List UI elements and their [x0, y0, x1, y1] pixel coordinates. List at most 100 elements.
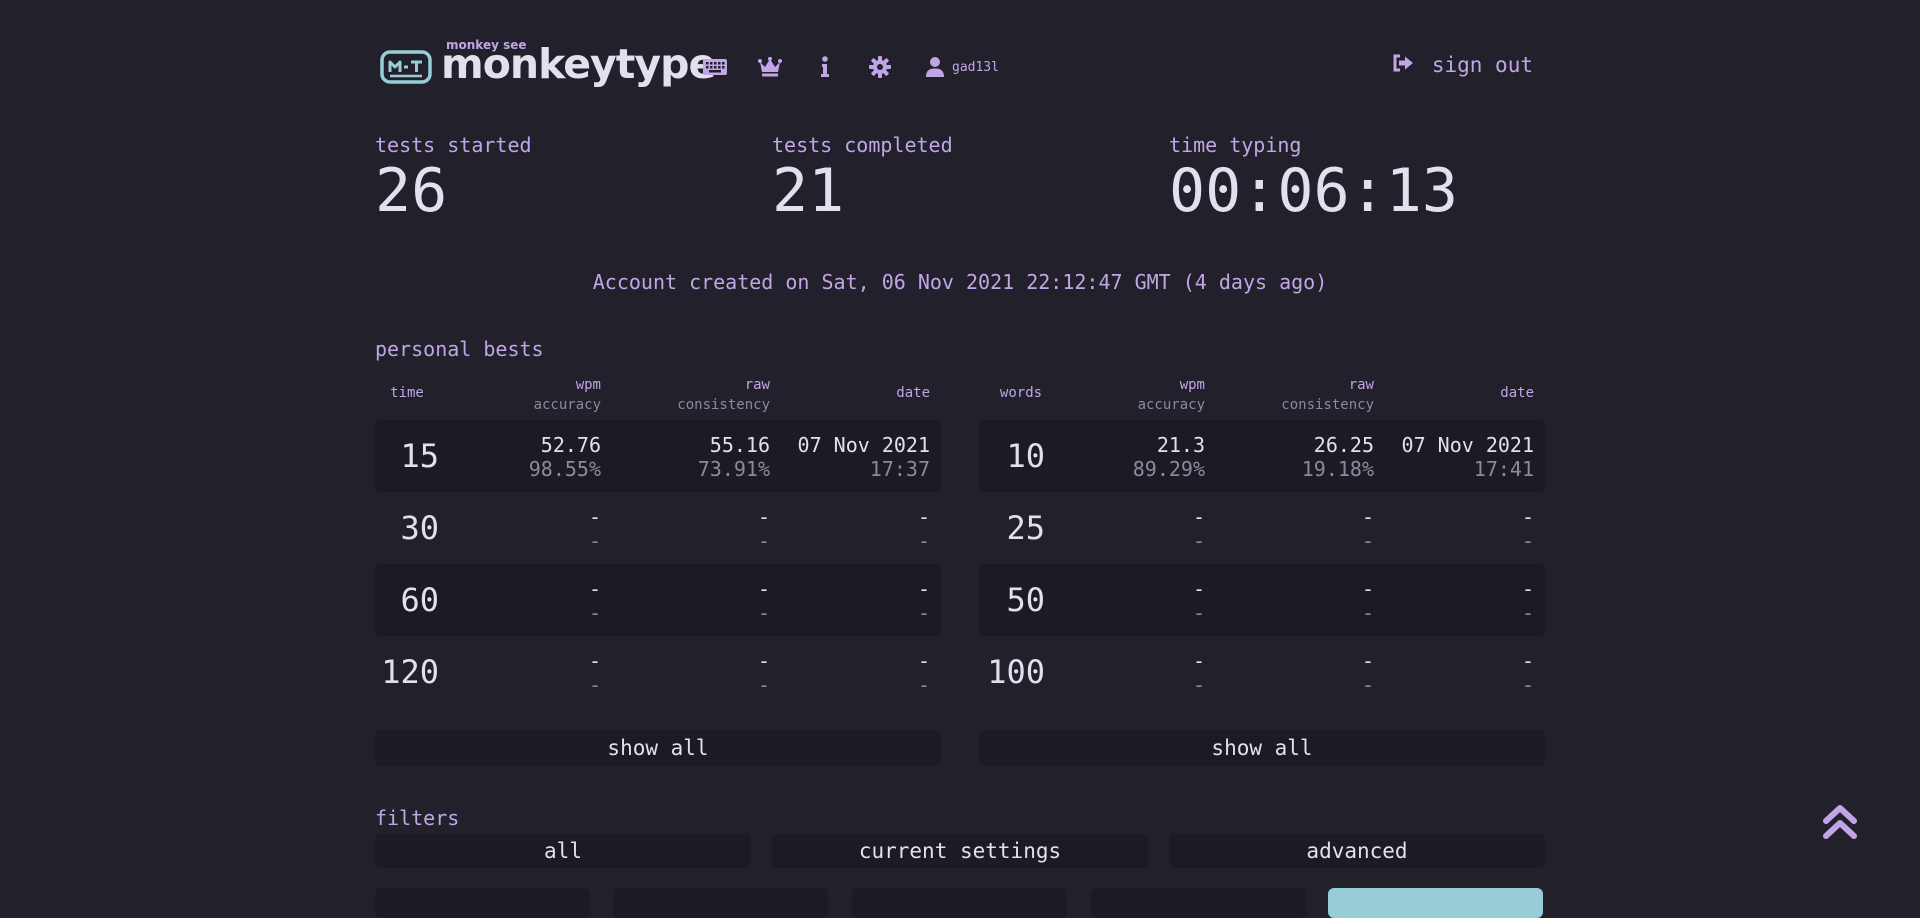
stat-label: tests started: [375, 133, 532, 157]
cell-wpm-accuracy: --: [1079, 505, 1205, 553]
stat-label: tests completed: [772, 133, 953, 157]
cell-date-time: -: [917, 529, 930, 553]
cell-accuracy: -: [1192, 673, 1205, 697]
cell-date-time: -: [917, 673, 930, 697]
header-wpm-accuracy: wpm accuracy: [525, 375, 601, 415]
cell-accuracy: -: [588, 529, 601, 553]
cell-consistency: -: [1361, 529, 1374, 553]
sign-out-button[interactable]: sign out: [1392, 53, 1533, 77]
date-filter-button[interactable]: [613, 888, 828, 918]
date-filter-button-active[interactable]: [1328, 888, 1543, 918]
cell-wpm: -: [588, 649, 601, 673]
cell-date: --: [780, 649, 930, 697]
pb-table-header: time wpm accuracy raw consistency date: [375, 370, 941, 420]
cell-raw-consistency: --: [1229, 505, 1374, 553]
cell-raw: 26.25: [1313, 433, 1374, 457]
header-accuracy: accuracy: [1137, 397, 1205, 413]
cell-date: --: [780, 505, 930, 553]
cell-wpm-accuracy: 21.3 89.29%: [1079, 433, 1205, 481]
row-key: 60: [400, 581, 439, 619]
cell-raw-consistency: 26.25 19.18%: [1229, 433, 1374, 481]
filter-advanced-button[interactable]: advanced: [1169, 834, 1545, 868]
cell-date-time: -: [1521, 529, 1534, 553]
cell-wpm: -: [588, 577, 601, 601]
cell-date: --: [1384, 649, 1534, 697]
row-key: 10: [1006, 437, 1045, 475]
cell-wpm-accuracy: --: [475, 577, 601, 625]
cell-raw-consistency: --: [1229, 577, 1374, 625]
filter-all-button[interactable]: all: [375, 834, 751, 868]
sign-out-icon: [1392, 54, 1414, 76]
filter-current-settings-button[interactable]: current settings: [772, 834, 1148, 868]
cell-date-day: -: [917, 577, 930, 601]
header-consistency: consistency: [1281, 397, 1374, 413]
crown-icon[interactable]: [757, 54, 783, 80]
cell-consistency: -: [1361, 673, 1374, 697]
user-icon[interactable]: [922, 54, 948, 80]
show-all-words-button[interactable]: show all: [979, 730, 1545, 766]
personal-bests-title: personal bests: [375, 337, 544, 361]
cell-date-day: -: [1521, 505, 1534, 529]
header-accuracy: accuracy: [533, 397, 601, 413]
account-page: monkey see monkeytype gad13l sign out te…: [375, 0, 1545, 918]
pb-rows: 10 21.3 89.29% 26.25 19.18% 07 Nov 2021 17:41 2…: [979, 420, 1545, 708]
header-date: date: [1500, 385, 1534, 401]
header-raw: raw: [744, 377, 770, 393]
cell-date-day: -: [1521, 577, 1534, 601]
account-created-text: Account created on Sat, 06 Nov 2021 22:1…: [592, 270, 1328, 294]
cell-date-day: 07 Nov 2021: [797, 433, 930, 457]
cell-wpm: -: [1192, 505, 1205, 529]
cell-date: 07 Nov 2021 17:37: [780, 433, 930, 481]
username-link[interactable]: gad13l: [952, 60, 999, 75]
cell-raw: -: [1361, 577, 1374, 601]
cell-raw-consistency: 55.16 73.91%: [625, 433, 770, 481]
cell-wpm-accuracy: --: [475, 505, 601, 553]
cell-raw: 55.16: [709, 433, 770, 457]
date-filter-button[interactable]: [375, 888, 590, 918]
cell-date-time: -: [1521, 601, 1534, 625]
table-row: 25- - - - - -: [979, 492, 1545, 564]
monkeytype-logo-icon[interactable]: [380, 50, 432, 84]
cell-raw: -: [1361, 649, 1374, 673]
cell-wpm-accuracy: --: [1079, 577, 1205, 625]
stat-value: 26: [375, 156, 448, 226]
cell-date-time: 17:41: [1473, 457, 1534, 481]
cell-date-time: -: [1521, 673, 1534, 697]
cell-accuracy: -: [588, 601, 601, 625]
header-consistency: consistency: [677, 397, 770, 413]
keyboard-icon[interactable]: [702, 54, 728, 80]
pb-table-header: words wpm accuracy raw consistency date: [979, 370, 1545, 420]
cell-consistency: 19.18%: [1301, 457, 1374, 481]
row-key: 100: [987, 653, 1045, 691]
cell-accuracy: 89.29%: [1132, 457, 1205, 481]
header-raw: raw: [1348, 377, 1374, 393]
pb-table-time: time wpm accuracy raw consistency date 1…: [375, 370, 941, 708]
show-all-time-button[interactable]: show all: [375, 730, 941, 766]
logo-title[interactable]: monkeytype: [441, 40, 716, 88]
table-row: 30- - - - - -: [375, 492, 941, 564]
cell-consistency: -: [1361, 601, 1374, 625]
cell-consistency: 73.91%: [697, 457, 770, 481]
row-key: 25: [1006, 509, 1045, 547]
cell-wpm: -: [1192, 577, 1205, 601]
table-row: 50- - - - - -: [979, 564, 1545, 636]
cell-accuracy: 98.55%: [528, 457, 601, 481]
row-key: 120: [381, 653, 439, 691]
header-raw-consistency: raw consistency: [1269, 375, 1374, 415]
cell-wpm-accuracy: 52.76 98.55%: [475, 433, 601, 481]
cell-consistency: -: [757, 529, 770, 553]
info-icon[interactable]: [812, 54, 838, 80]
date-filter-button[interactable]: [852, 888, 1067, 918]
stat-tests-completed: tests completed 21: [772, 133, 953, 223]
stat-time-typing: time typing 00:06:13: [1169, 133, 1458, 223]
table-row: 60- - - - - -: [375, 564, 941, 636]
date-filter-button[interactable]: [1091, 888, 1306, 918]
cell-date: --: [780, 577, 930, 625]
cell-raw-consistency: --: [625, 577, 770, 625]
filters-title: filters: [375, 806, 460, 830]
stat-value: 21: [772, 156, 845, 226]
scroll-to-top-icon[interactable]: [1822, 803, 1858, 843]
gear-icon[interactable]: [867, 54, 893, 80]
cell-raw: -: [757, 649, 770, 673]
cell-wpm: -: [588, 505, 601, 529]
